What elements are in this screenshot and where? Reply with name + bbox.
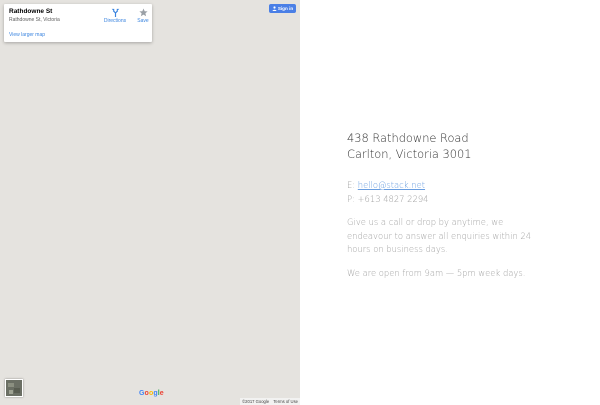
save-label: Save [137,18,149,24]
address-line-2: Carlton, Victoria 3001 [347,147,472,161]
star-icon [138,8,148,17]
directions-button[interactable]: Directions [100,8,130,24]
embedded-map[interactable]: Rathdowne St Rathdowne St, Victoria View… [0,0,300,405]
view-larger-map-link[interactable]: View larger map [9,32,45,38]
opening-hours-text: We are open from 9am — 5pm week days. [347,267,526,278]
email-link[interactable]: hello@stack.net [358,180,425,190]
email-row: E: hello@stack.net [347,178,547,192]
email-prefix: E: [347,180,358,190]
contact-info: 438 Rathdowne Road Carlton, Victoria 300… [347,130,547,280]
address-line-1: 438 Rathdowne Road [347,131,469,145]
user-icon [272,6,277,12]
satellite-toggle[interactable] [5,379,23,397]
place-address: Rathdowne St, Victoria [9,17,60,23]
save-button[interactable]: Save [132,8,154,24]
sign-in-button[interactable]: Sign in [269,4,296,13]
directions-icon [111,8,119,17]
satellite-icon [8,383,14,387]
map-attribution: ©2017 Google Terms of Use [240,398,300,405]
copyright-text: ©2017 Google [242,399,270,404]
place-card: Rathdowne St Rathdowne St, Victoria View… [4,4,152,42]
directions-label: Directions [103,18,127,24]
contact-details: E: hello@stack.net P: +613 4827 2294 [347,178,547,206]
sign-in-label: Sign in [277,6,294,11]
place-name: Rathdowne St [9,8,53,15]
availability-text: Give us a call or drop by anytime, we en… [347,217,532,255]
phone-text: P: +613 4827 2294 [347,194,429,204]
terms-link[interactable]: Terms of Use [273,399,298,404]
google-logo: Google [139,390,164,397]
